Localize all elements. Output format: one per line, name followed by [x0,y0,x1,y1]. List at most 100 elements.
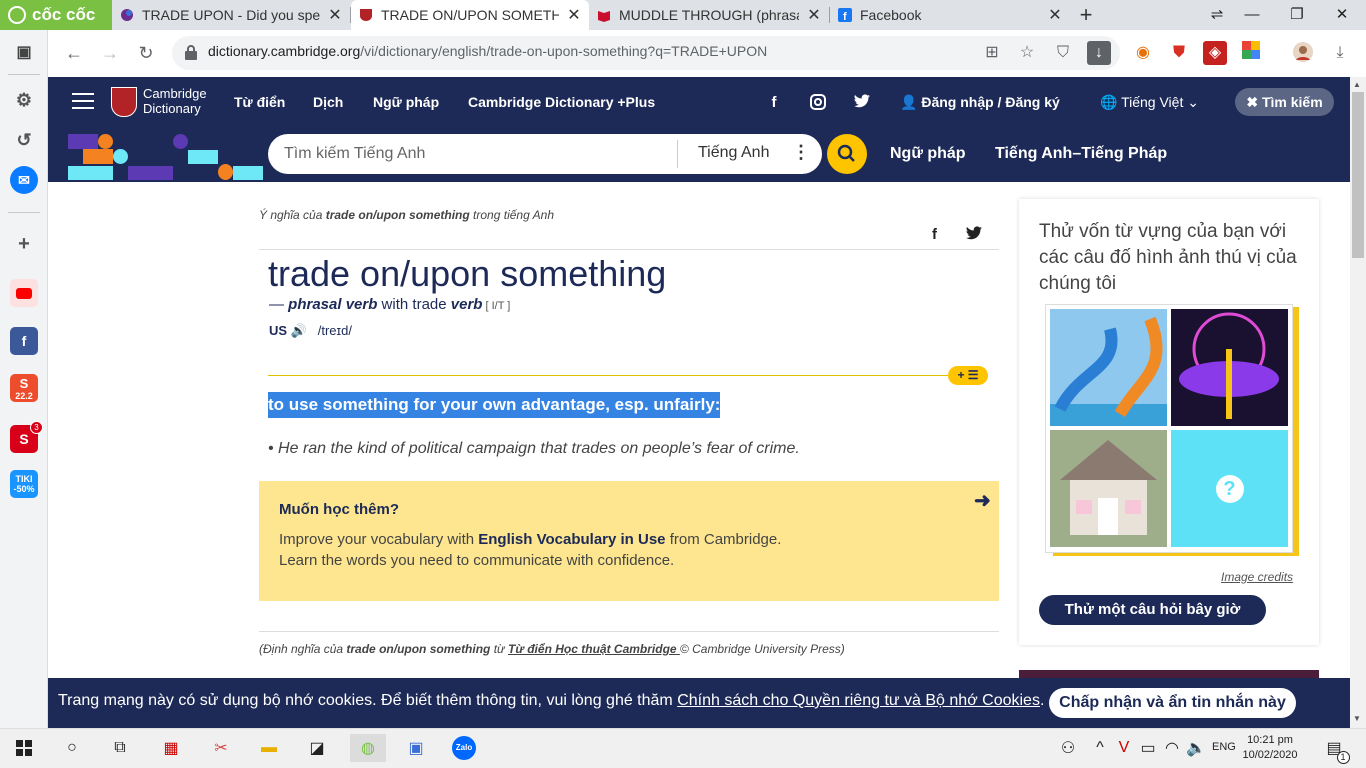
tab-search-icon[interactable]: ⇌ [1197,0,1237,30]
cookie-policy-link[interactable]: Chính sách cho Quyền riêng tư và Bộ nhớ … [677,692,1040,709]
app-generic-icon[interactable]: ▣ [402,734,430,762]
shield-icon[interactable]: ⛉ [1051,41,1075,65]
waterslide-image[interactable] [1050,309,1167,426]
sidebar-panel-icon[interactable]: ▣ [10,38,38,66]
cortana-search-icon[interactable]: ○ [58,734,86,762]
close-tab-icon[interactable]: ✕ [1048,5,1062,25]
share-twitter-icon[interactable] [966,226,982,243]
notification-center-icon[interactable]: ▤ 1 [1320,734,1350,764]
try-quiz-button[interactable]: Thử một câu hỏi bây giờ [1039,595,1266,625]
definition-divider [268,375,950,376]
extension-colorgrid-icon[interactable] [1239,41,1263,65]
tiki-icon[interactable]: TIKI -50% [10,470,38,498]
playhouse-image[interactable] [1050,430,1167,547]
lock-icon[interactable] [184,44,198,60]
file-explorer-icon[interactable]: ▬ [255,734,283,762]
facebook-favicon-icon: f [838,8,852,22]
example-sentence: • He ran the kind of political campaign … [268,440,800,457]
close-window-button[interactable]: ✕ [1322,0,1362,30]
login-link[interactable]: 👤 Đăng nhập / Đăng ký [900,94,1060,111]
hamburger-menu-icon[interactable] [72,93,94,109]
tab-facebook[interactable]: f Facebook ✕ [830,0,1070,30]
facebook-icon[interactable]: f [10,327,38,355]
system-clock[interactable]: 10:21 pm 10/02/2020 [1240,733,1300,763]
search-language-select[interactable]: Tiếng Anh [698,144,769,162]
forward-arrow-icon[interactable]: → [96,39,124,67]
mystery-image-tile[interactable]: ? [1171,430,1288,547]
new-tab-button[interactable]: + [1075,3,1097,27]
youtube-icon[interactable] [10,279,38,307]
tab-trade-upon[interactable]: TRADE UPON - Did you spell ✕ [112,0,350,30]
language-selector[interactable]: 🌐 Tiếng Việt ⌄ [1100,94,1199,111]
close-tab-icon[interactable]: ✕ [807,5,821,25]
fairground-ride-image[interactable] [1171,309,1288,426]
quiz-image-grid[interactable]: ? [1045,304,1293,553]
instagram-icon[interactable] [808,94,828,114]
scroll-down-icon[interactable]: ▼ [1353,714,1361,723]
logo-line-1: Cambridge [143,86,207,101]
share-facebook-icon[interactable]: f [932,226,937,243]
clock-time: 10:21 pm [1247,734,1293,746]
quiz-title: Thử vốn từ vựng của bạn với các câu đố h… [1039,221,1297,294]
header-search-button[interactable]: ✖ Tìm kiếm [1235,88,1334,116]
accept-cookies-button[interactable]: Chấp nhận và ẩn tin nhắn này [1049,688,1296,718]
app-calendar-icon[interactable]: ▦ [157,734,185,762]
scroll-up-icon[interactable]: ▲ [1353,80,1361,89]
nav-grammar[interactable]: Ngữ pháp [373,94,439,110]
nav-translate[interactable]: Dịch [313,94,343,110]
sub-link-grammar[interactable]: Ngữ pháp [890,145,966,163]
search-submit-button[interactable] [827,134,867,174]
site-logo[interactable]: Cambridge Dictionary [143,86,207,116]
bookmark-star-icon[interactable]: ☆ [1015,41,1039,65]
input-language[interactable]: ENG [1212,741,1236,753]
download-video-icon[interactable]: ↓ [1087,41,1111,65]
shopee-icon[interactable]: S 22.2 [10,374,38,402]
credit-dictionary-link[interactable]: Từ điển Học thuật Cambridge [508,642,680,656]
scrollbar-thumb[interactable] [1352,92,1364,258]
clock-date: 10/02/2020 [1242,749,1298,761]
reload-icon[interactable]: ↻ [132,39,160,67]
extension-chrome-icon[interactable]: ◉ [1131,41,1155,65]
extension-shield-icon[interactable]: ⛊ [1167,41,1191,65]
downloads-icon[interactable]: ⤓ [1328,41,1352,65]
search-button-label: Tìm kiếm [1261,94,1323,110]
volume-icon[interactable]: 🔈 [1182,734,1210,762]
extension-red-icon[interactable]: ◈ [1203,41,1227,65]
cambridge-shield-icon[interactable] [111,87,137,117]
zalo-icon[interactable]: Zalo [450,734,478,762]
nav-plus[interactable]: Cambridge Dictionary +Plus [468,94,655,110]
messenger-icon[interactable]: ✉ [10,166,38,194]
url-text[interactable]: dictionary.cambridge.org/vi/dictionary/e… [208,43,767,59]
add-shortcut-icon[interactable]: + [10,230,38,258]
image-credits-link[interactable]: Image credits [1221,570,1293,584]
coccoc-menu-button[interactable]: cốc cốc [0,0,112,30]
settings-gear-icon[interactable]: ⚙ [10,86,38,114]
tab-trade-on-upon[interactable]: TRADE ON/UPON SOMETHIN ✕ [351,0,589,30]
speaker-icon[interactable]: 🔊 [291,323,307,338]
facebook-icon[interactable]: f [764,94,784,111]
coccoc-taskbar-icon[interactable]: ◍ [350,734,386,762]
more-options-icon[interactable]: ⋮ [792,142,810,163]
add-to-wordlist-button[interactable]: + ☰ [948,366,988,385]
app-snipping-icon[interactable]: ✂ [207,734,235,762]
close-tab-icon[interactable]: ✕ [328,5,342,25]
sub-link-english-french[interactable]: Tiếng Anh–Tiếng Pháp [995,145,1167,163]
history-icon[interactable]: ↺ [10,126,38,154]
sticky-notes-icon[interactable]: ◪ [303,734,331,762]
back-arrow-icon[interactable]: ← [60,39,88,67]
profile-avatar-icon[interactable] [1291,41,1315,65]
nav-dictionary[interactable]: Từ điển [234,94,285,110]
chevron-down-icon: ⌄ [1183,94,1199,110]
question-mark-icon: ? [1215,474,1244,503]
twitter-icon[interactable] [852,94,872,112]
restore-button[interactable]: ❐ [1277,0,1317,30]
people-icon[interactable]: ⚇ [1054,734,1082,762]
search-input[interactable] [284,134,664,174]
close-tab-icon[interactable]: ✕ [567,5,581,25]
windows-start-icon[interactable] [10,734,38,762]
minimize-button[interactable]: — [1232,0,1272,30]
task-view-icon[interactable]: ⧉ [106,734,134,762]
tab-muddle-through[interactable]: MUDDLE THROUGH (phrasal ✕ [589,0,829,30]
translate-icon[interactable]: ⊞ [980,41,1004,65]
arrow-right-icon[interactable]: ➜ [974,488,991,513]
